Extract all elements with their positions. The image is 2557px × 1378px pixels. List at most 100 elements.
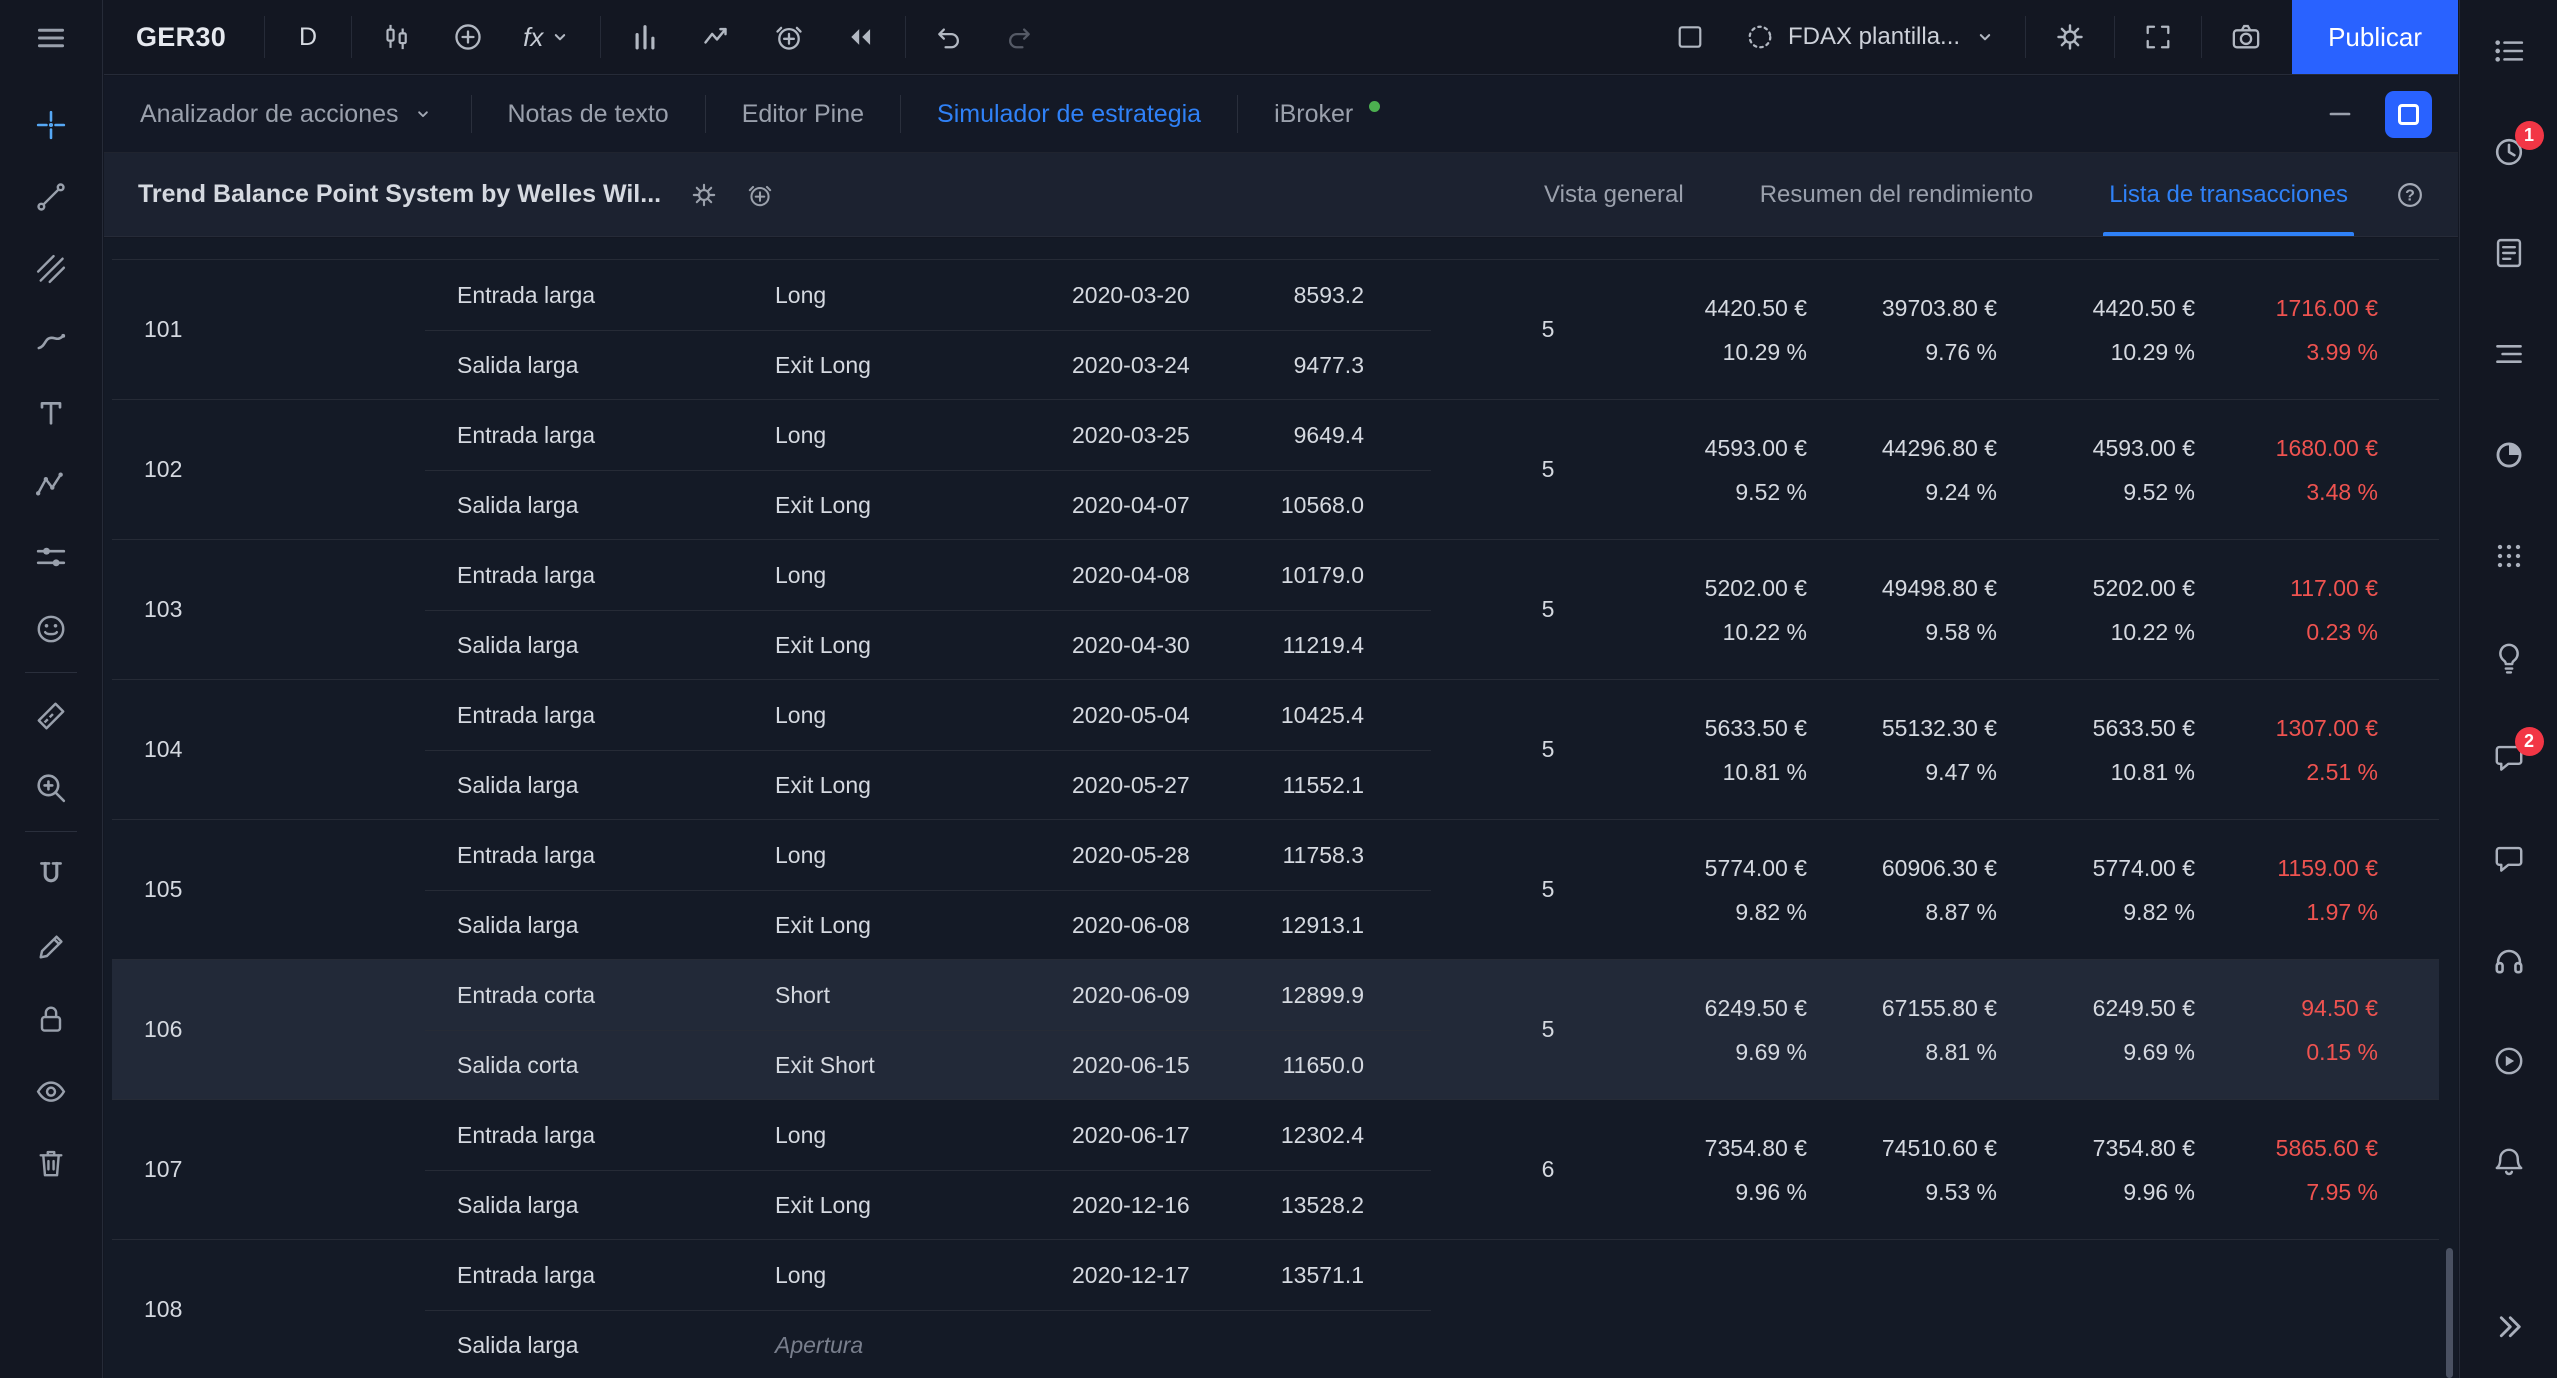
trade-row[interactable]: 104 Entrada larga Long 2020-05-04 10425.… (112, 680, 2439, 820)
more-panels[interactable] (2474, 1288, 2544, 1368)
broker-connected-dot (1369, 101, 1380, 112)
lock-drawings[interactable] (16, 983, 86, 1055)
chart-type-button[interactable] (360, 0, 432, 74)
entry-price: 13571.1 (1124, 1240, 1364, 1310)
separator (2201, 16, 2202, 58)
strategy-help-button[interactable] (2394, 179, 2426, 211)
strategy-tab-lista-de-transacciones[interactable]: Lista de transacciones (2071, 153, 2386, 236)
drawdown-pct: 7.95 % (2306, 1177, 2378, 1207)
streams-panel[interactable] (2474, 1010, 2544, 1111)
strategy-settings-button[interactable] (689, 180, 719, 210)
publish-button[interactable]: Publicar (2292, 0, 2458, 74)
zoomin-icon (33, 770, 69, 806)
alerts-panel[interactable]: 1 (2474, 101, 2544, 202)
news-panel[interactable] (2474, 202, 2544, 303)
chevron-down-icon (1972, 24, 1998, 50)
strategy-alert-button[interactable] (745, 180, 775, 210)
measure-tool[interactable] (16, 680, 86, 752)
magnet-mode[interactable] (16, 839, 86, 911)
fullscreen-button[interactable] (2123, 0, 2193, 74)
notifications-panel[interactable] (2474, 1111, 2544, 1212)
tab-analizador-de-acciones[interactable]: Analizador de acciones (104, 76, 471, 152)
maximize-panel-button[interactable] (2385, 91, 2432, 138)
watchlist-panel[interactable] (2474, 0, 2544, 101)
interval-button[interactable]: D (273, 23, 343, 52)
layout-select-button[interactable] (1655, 0, 1725, 74)
redo-button[interactable] (984, 0, 1054, 74)
trade-row[interactable]: 107 Entrada larga Long 2020-06-17 12302.… (112, 1100, 2439, 1240)
strategy-tab-resumen-del-rendimiento[interactable]: Resumen del rendimiento (1722, 153, 2071, 236)
trade-row[interactable]: 102 Entrada larga Long 2020-03-25 9649.4… (112, 400, 2439, 540)
tab-editor-pine[interactable]: Editor Pine (706, 76, 900, 152)
strategy-tab-vista-general[interactable]: Vista general (1506, 153, 1722, 236)
brush-tool[interactable] (16, 305, 86, 377)
trade-row[interactable]: 105 Entrada larga Long 2020-05-28 11758.… (112, 820, 2439, 960)
tab-label: Notas de texto (508, 100, 669, 129)
drawdown-cell: 1716.00 € 3.99 % (2138, 260, 2378, 399)
pencil-icon (33, 929, 69, 965)
data-window-panel[interactable] (2474, 303, 2544, 404)
indicator-templates-button[interactable] (609, 0, 681, 74)
ideas-panel[interactable] (2474, 606, 2544, 707)
indicators-button[interactable]: fx (504, 0, 592, 74)
undo-icon (933, 21, 965, 53)
entry-signal: Long (775, 820, 826, 890)
text-tool[interactable] (16, 377, 86, 449)
candles-icon (379, 20, 413, 54)
exit-signal: Exit Short (775, 1030, 875, 1100)
zigzag-icon (33, 467, 69, 503)
hide-drawings[interactable] (16, 1055, 86, 1127)
chevron-down-icon (547, 24, 573, 50)
trend-line-tool[interactable] (16, 161, 86, 233)
vertical-scrollbar[interactable] (2446, 1248, 2453, 1378)
tab-simulador-de-estrategia[interactable]: Simulador de estrategia (901, 76, 1237, 152)
bar-replay-button[interactable] (825, 0, 897, 74)
create-alert-button[interactable] (753, 0, 825, 74)
forecast-button[interactable] (681, 0, 753, 74)
camera-icon (2229, 20, 2263, 54)
template-selector[interactable]: FDAX plantilla... (1725, 0, 2017, 74)
crosshair-tool[interactable] (16, 89, 86, 161)
trade-row[interactable]: 108 Entrada larga Long 2020-12-17 13571.… (112, 1240, 2439, 1378)
public-chat-panel[interactable] (2474, 808, 2544, 909)
columns-icon (628, 20, 662, 54)
snapshot-button[interactable] (2210, 0, 2282, 74)
entry-signal: Short (775, 960, 830, 1030)
drawdown-pct: 2.51 % (2306, 757, 2378, 787)
main-menu-button[interactable] (0, 0, 102, 75)
calendar-panel[interactable] (2474, 505, 2544, 606)
exit-price: 9477.3 (1124, 330, 1364, 400)
chart-settings-button[interactable] (2034, 0, 2106, 74)
strategy-tab-label: Vista general (1544, 181, 1684, 209)
zoom-in-tool[interactable] (16, 752, 86, 824)
emoji-tool[interactable] (16, 593, 86, 665)
main-area: GER30 D fx FDAX plantilla... (104, 0, 2458, 1378)
exit-signal: Exit Long (775, 610, 871, 680)
eye-icon (33, 1073, 69, 1109)
remove-drawings[interactable] (16, 1127, 86, 1199)
trade-row[interactable]: 103 Entrada larga Long 2020-04-08 10179.… (112, 540, 2439, 680)
line-chart-icon (700, 20, 734, 54)
separator (600, 16, 601, 58)
dotsgrid-icon (2491, 538, 2527, 574)
xabcd-pattern-tool[interactable] (16, 449, 86, 521)
hotlists-panel[interactable] (2474, 404, 2544, 505)
trade-row[interactable]: 101 Entrada larga Long 2020-03-20 8593.2… (112, 260, 2439, 400)
menu-icon (33, 20, 69, 56)
support-panel[interactable] (2474, 909, 2544, 1010)
drawing-mode[interactable] (16, 911, 86, 983)
entry-signal: Long (775, 680, 826, 750)
compare-button[interactable] (432, 0, 504, 74)
minimize-panel-button[interactable] (2325, 99, 2355, 129)
tab-notas-de-texto[interactable]: Notas de texto (472, 76, 705, 152)
forecast-measure-tool[interactable] (16, 521, 86, 593)
chat-panel[interactable]: 2 (2474, 707, 2544, 808)
undo-button[interactable] (914, 0, 984, 74)
tab-ibroker[interactable]: iBroker (1238, 76, 1416, 152)
trade-row[interactable]: 106 Entrada corta Short 2020-06-09 12899… (112, 960, 2439, 1100)
tab-label: Editor Pine (742, 100, 864, 129)
fib-retracement-tool[interactable] (16, 233, 86, 305)
symbol-button[interactable]: GER30 (104, 22, 256, 53)
ttext-icon (33, 395, 69, 431)
exit-type: Salida larga (457, 890, 578, 960)
